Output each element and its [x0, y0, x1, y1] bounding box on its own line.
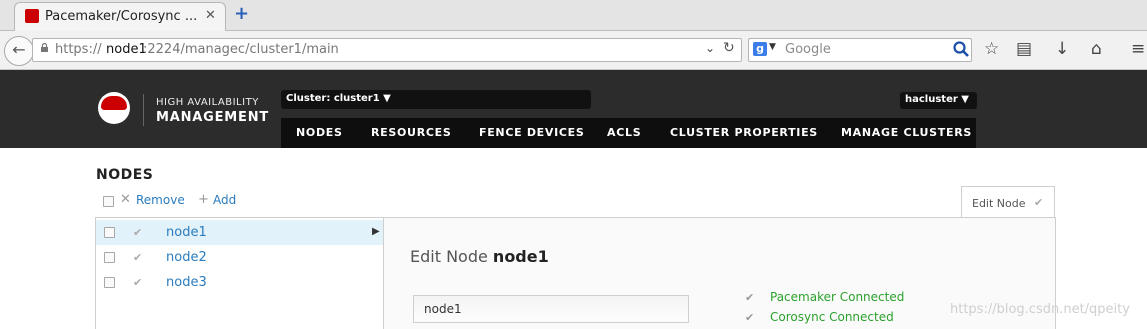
nav-cluster-properties[interactable]: CLUSTER PROPERTIES	[670, 126, 818, 139]
select-all-checkbox[interactable]	[103, 196, 114, 207]
logo-text-line2: MANAGEMENT	[156, 110, 270, 125]
check-icon: ✔	[745, 311, 755, 324]
node-checkbox[interactable]	[104, 277, 115, 288]
cluster-selector-label: Cluster: cluster1 ▼	[286, 93, 391, 104]
node-name-field[interactable]: node1	[413, 295, 689, 323]
pacemaker-status: Pacemaker Connected	[770, 290, 905, 304]
node-list: ✔ node1 ▶ ✔ node2 ✔ node3	[95, 217, 384, 329]
node-name[interactable]: node1	[166, 225, 207, 240]
search-bar[interactable]: g ▼ Google	[748, 38, 972, 62]
node-row[interactable]: ✔ node2	[96, 245, 383, 270]
bookmark-star-icon[interactable]: ☆	[984, 39, 999, 59]
url-bar[interactable]: https:// node1 :2224/managec/cluster1/ma…	[32, 38, 742, 62]
google-engine-icon[interactable]: g	[753, 42, 767, 56]
nav-nodes[interactable]: NODES	[296, 126, 343, 139]
check-icon: ✔	[133, 276, 143, 289]
tab-edit-node-label: Edit Node	[972, 197, 1026, 210]
browser-tab-bar: Pacemaker/Corosync ... ✕ +	[0, 0, 1147, 31]
url-scheme: https://	[55, 42, 102, 57]
tab-edit-node[interactable]: Edit Node ✔	[961, 186, 1055, 220]
url-host: node1	[106, 42, 147, 57]
node-name[interactable]: node2	[166, 250, 207, 265]
app-header: HIGH AVAILABILITY MANAGEMENT Cluster: cl…	[0, 70, 1147, 148]
nav-acls[interactable]: ACLS	[607, 126, 641, 139]
url-path: :2224/managec/cluster1/main	[143, 42, 339, 57]
edit-node-title: Edit Node node1	[410, 247, 549, 266]
reading-list-icon[interactable]: ▤	[1016, 39, 1032, 59]
magnifier-icon[interactable]	[952, 40, 970, 58]
node-name-field-value: node1	[424, 302, 462, 316]
node-row[interactable]: ✔ node3	[96, 270, 383, 295]
edit-node-title-node: node1	[492, 247, 549, 266]
node-checkbox[interactable]	[104, 227, 115, 238]
add-button[interactable]: Add	[213, 193, 236, 207]
add-plus-icon[interactable]: +	[198, 192, 209, 207]
page-title: NODES	[96, 167, 154, 183]
engine-caret-icon[interactable]: ▼	[769, 42, 776, 52]
download-icon[interactable]: ↓	[1055, 39, 1069, 59]
caret-right-icon: ▶	[372, 226, 380, 237]
remove-x-icon[interactable]: ✕	[120, 192, 131, 207]
cluster-selector[interactable]: Cluster: cluster1 ▼	[281, 90, 591, 109]
edit-node-title-prefix: Edit Node	[410, 247, 488, 266]
search-input[interactable]: Google	[785, 42, 831, 57]
browser-tab-title: Pacemaker/Corosync ...	[45, 9, 198, 24]
check-icon: ✔	[1034, 196, 1044, 209]
nav-fence-devices[interactable]: FENCE DEVICES	[479, 126, 585, 139]
reload-icon[interactable]: ↻	[723, 40, 735, 56]
nav-resources[interactable]: RESOURCES	[371, 126, 451, 139]
check-icon: ✔	[133, 251, 143, 264]
chevron-down-icon[interactable]: ⌄	[705, 41, 715, 55]
back-arrow-icon[interactable]: ←	[4, 36, 34, 66]
node-row-selected[interactable]: ✔ node1 ▶	[96, 220, 383, 245]
logo-text-line1: HIGH AVAILABILITY	[156, 97, 259, 108]
user-menu-label: hacluster ▼	[905, 94, 969, 105]
logo-divider	[143, 94, 144, 126]
browser-toolbar: ← https:// node1 :2224/managec/cluster1/…	[0, 31, 1147, 70]
main-nav: NODES RESOURCES FENCE DEVICES ACLS CLUST…	[281, 118, 976, 148]
redhat-hat-icon	[101, 96, 127, 110]
node-name[interactable]: node3	[166, 275, 207, 290]
node-checkbox[interactable]	[104, 252, 115, 263]
check-icon: ✔	[745, 291, 755, 304]
redhat-favicon-icon	[25, 9, 39, 23]
browser-tab[interactable]: Pacemaker/Corosync ... ✕	[14, 2, 226, 31]
menu-icon[interactable]: ≡	[1131, 39, 1145, 59]
corosync-status: Corosync Connected	[770, 310, 894, 324]
lock-icon	[41, 43, 48, 52]
nav-manage-clusters[interactable]: MANAGE CLUSTERS	[841, 126, 972, 139]
user-menu[interactable]: hacluster ▼	[900, 92, 977, 109]
close-tab-icon[interactable]: ✕	[205, 8, 216, 23]
new-tab-icon[interactable]: +	[234, 5, 249, 23]
remove-button[interactable]: Remove	[136, 193, 185, 207]
check-icon: ✔	[133, 226, 143, 239]
watermark: https://blog.csdn.net/qpeity	[950, 302, 1130, 317]
home-icon[interactable]: ⌂	[1091, 39, 1102, 59]
